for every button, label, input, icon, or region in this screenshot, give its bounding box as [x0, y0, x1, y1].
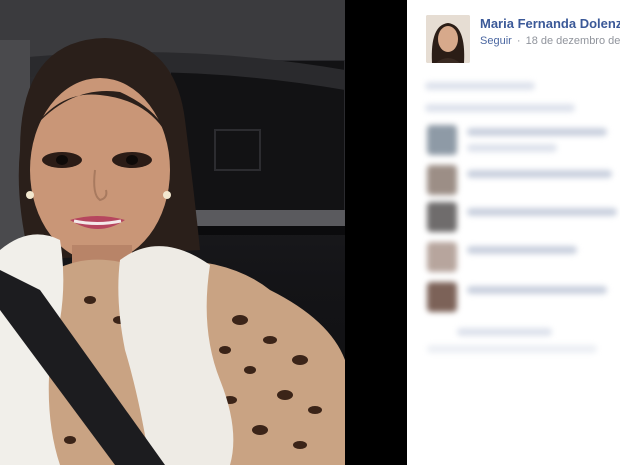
blurred-line	[425, 82, 535, 90]
blurred-line	[467, 128, 607, 136]
post-meta: Seguir · 18 de dezembro de 2	[480, 35, 620, 47]
blurred-line	[427, 345, 597, 353]
meta-separator: ·	[516, 35, 521, 47]
avatar[interactable]	[426, 15, 470, 63]
author-name-link[interactable]: Maria Fernanda Dolenz	[480, 16, 620, 31]
blurred-avatar	[427, 202, 457, 232]
post-date[interactable]: 18 de dezembro de 2	[526, 35, 620, 47]
post-photo[interactable]	[0, 0, 345, 465]
profile-photo-icon	[426, 15, 470, 63]
blurred-line	[467, 208, 617, 216]
blurred-avatar	[427, 125, 457, 155]
follow-link[interactable]: Seguir	[480, 35, 512, 47]
blurred-line	[467, 144, 557, 152]
blurred-comments	[407, 70, 620, 465]
blurred-line	[467, 286, 607, 294]
blurred-avatar	[427, 242, 457, 272]
blurred-avatar	[427, 165, 457, 195]
post-info-panel: Maria Fernanda Dolenz Seguir · 18 de dez…	[407, 0, 620, 465]
selfie-photo-illustration	[0, 0, 345, 465]
blurred-avatar	[427, 282, 457, 312]
blurred-line	[467, 170, 612, 178]
blurred-line	[467, 246, 577, 254]
blurred-line	[425, 104, 575, 112]
backdrop-gap	[345, 0, 407, 465]
blurred-line	[457, 328, 552, 336]
